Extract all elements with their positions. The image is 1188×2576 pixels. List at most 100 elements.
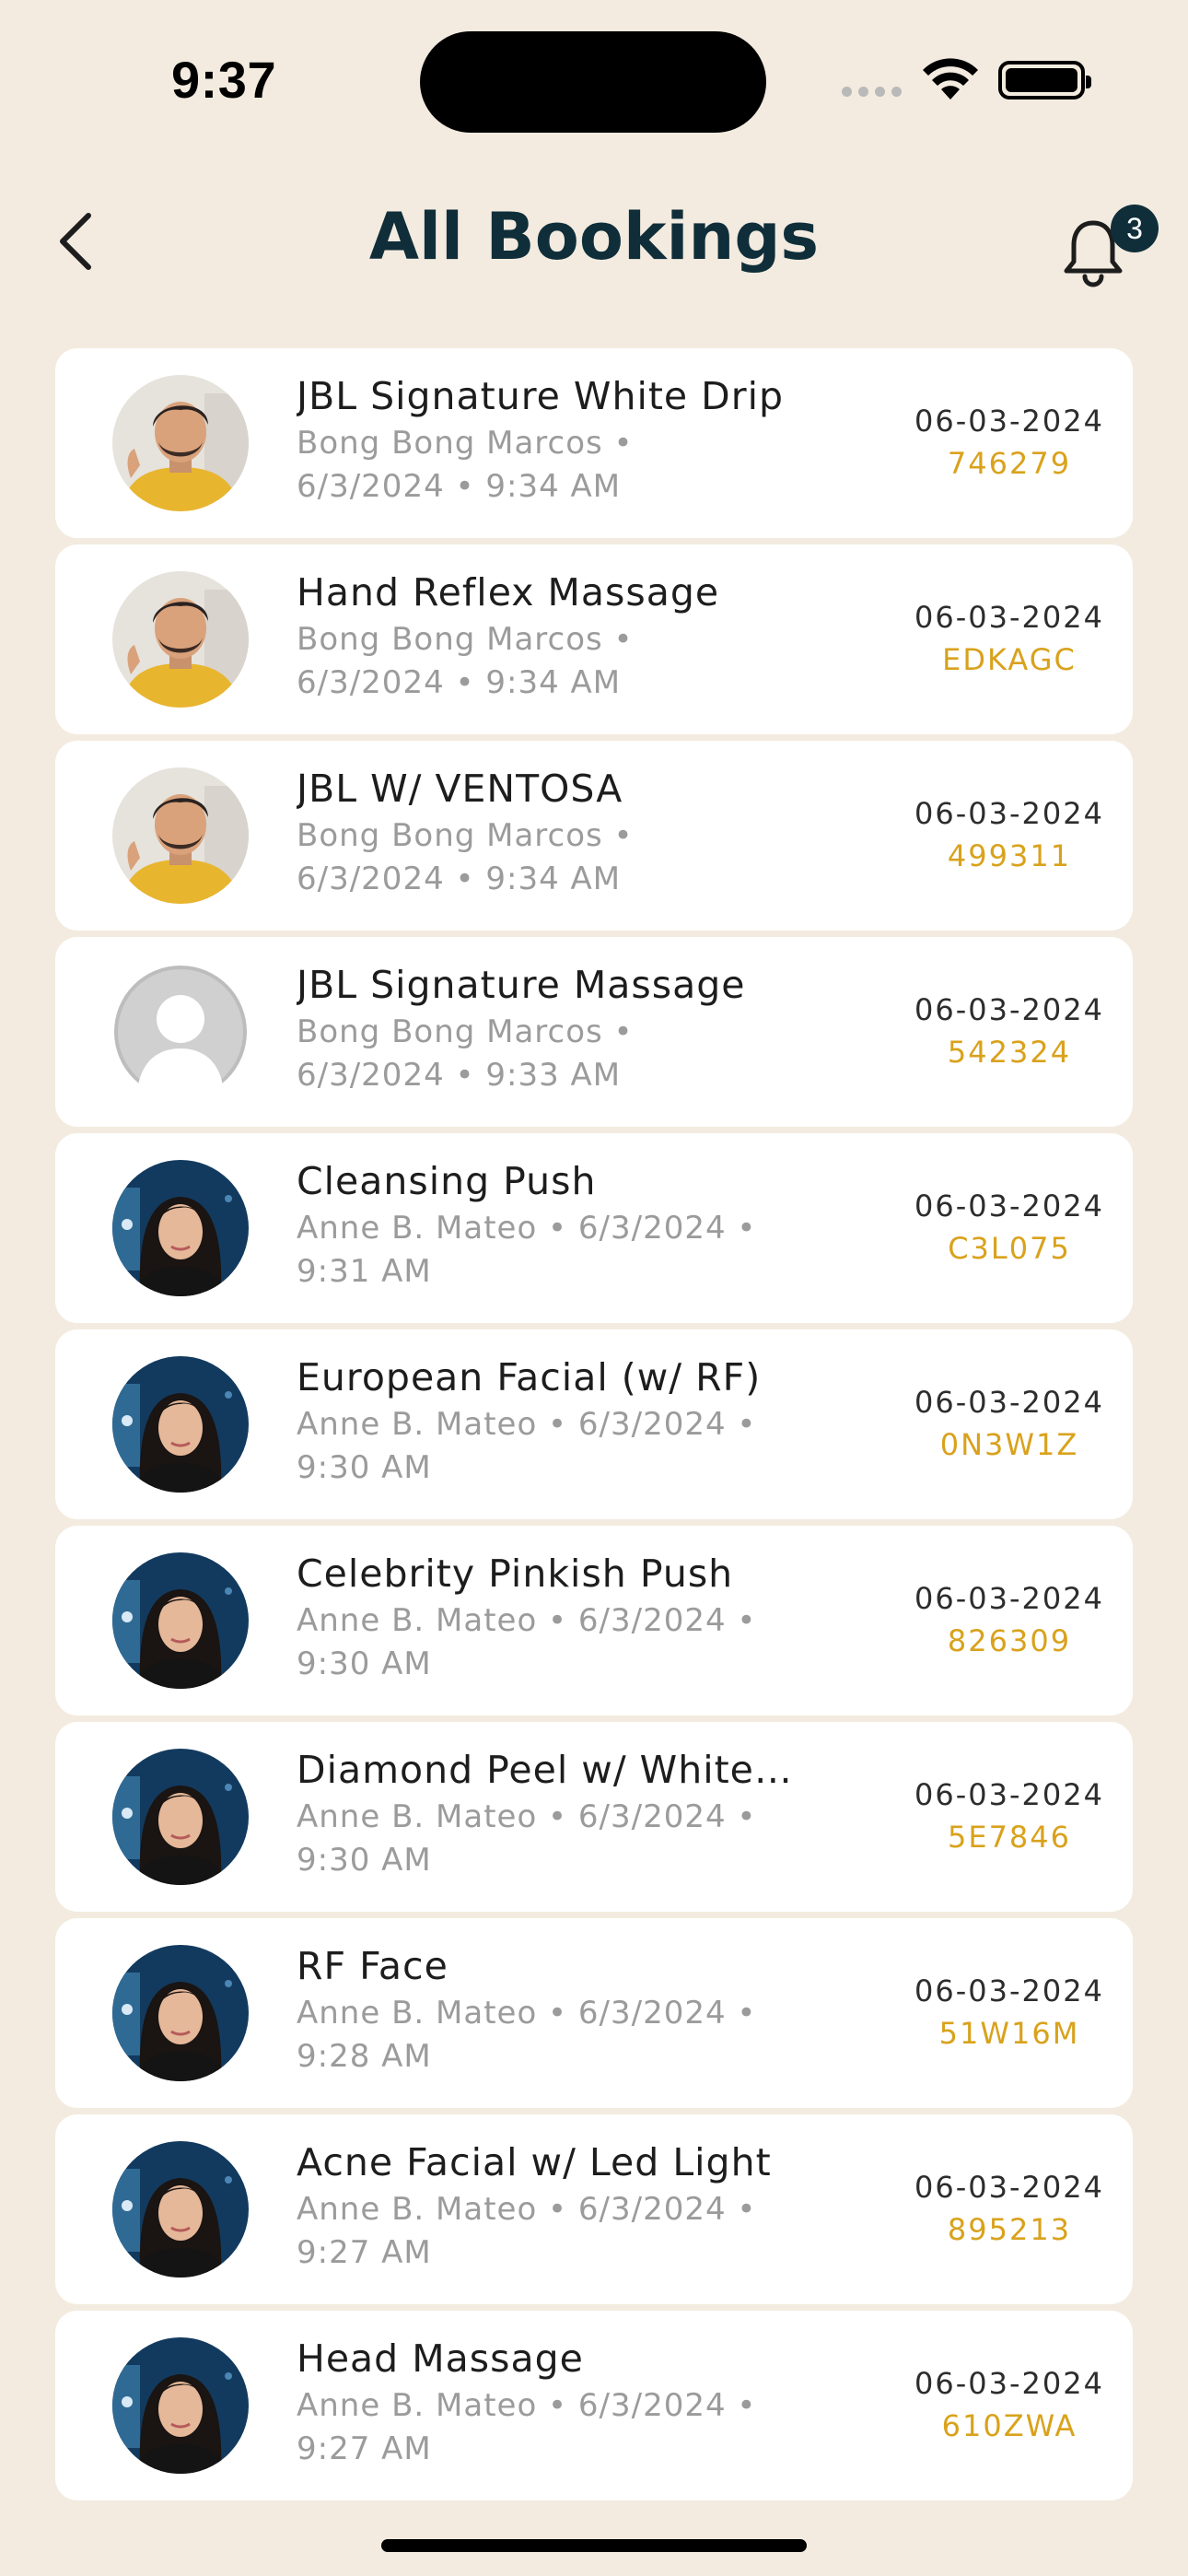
- booking-meta-line: 6/3/2024 • 9:33 AM: [297, 1057, 622, 1094]
- booking-card[interactable]: European Facial (w/ RF) Anne B. Mateo • 6…: [55, 1329, 1133, 1519]
- booking-details: Celebrity Pinkish Push Anne B. Mateo • 6/…: [297, 1548, 868, 1686]
- booking-details: JBL Signature Massage Bong Bong Marcos • 6…: [297, 959, 868, 1097]
- booking-details: Head Massage Anne B. Mateo • 6/3/2024 • 9:…: [297, 2333, 868, 2471]
- booking-code: 542324: [947, 1035, 1072, 1070]
- booking-summary: 06-03-2024 826309: [880, 1577, 1138, 1662]
- service-name: JBL W/ VENTOSA: [297, 767, 623, 811]
- booking-details: RF Face Anne B. Mateo • 6/3/2024 • 9:28 AM: [297, 1940, 868, 2078]
- booking-date: 06-03-2024: [914, 796, 1104, 831]
- booking-details: Hand Reflex Massage Bong Bong Marcos • 6/3…: [297, 567, 868, 705]
- booking-code: 499311: [947, 838, 1072, 873]
- booking-card[interactable]: JBL Signature White Drip Bong Bong Marcos…: [55, 348, 1133, 538]
- booking-details: JBL Signature White Drip Bong Bong Marcos…: [297, 370, 868, 509]
- booking-meta-line: 9:28 AM: [297, 2038, 432, 2075]
- avatar: [112, 2337, 249, 2474]
- booking-details: European Facial (w/ RF) Anne B. Mateo • 6…: [297, 1352, 868, 1490]
- notification-count-badge: 3: [1111, 205, 1159, 252]
- booking-card[interactable]: Hand Reflex Massage Bong Bong Marcos • 6/3…: [55, 544, 1133, 734]
- service-name: Celebrity Pinkish Push: [297, 1551, 734, 1596]
- booking-date: 06-03-2024: [914, 1581, 1104, 1616]
- booking-meta-line: 6/3/2024 • 9:34 AM: [297, 468, 622, 505]
- booking-meta-line: 6/3/2024 • 9:34 AM: [297, 664, 622, 701]
- service-name: European Facial (w/ RF): [297, 1355, 762, 1399]
- home-indicator[interactable]: [381, 2539, 807, 2552]
- service-name: Hand Reflex Massage: [297, 570, 720, 615]
- booking-date: 06-03-2024: [914, 1973, 1104, 2008]
- booking-meta-line: 9:31 AM: [297, 1253, 432, 1290]
- avatar-placeholder-icon: [112, 964, 249, 1100]
- booking-details: Cleansing Push Anne B. Mateo • 6/3/2024 •…: [297, 1155, 868, 1294]
- dynamic-island: [420, 31, 766, 133]
- booking-card[interactable]: Acne Facial w/ Led Light Anne B. Mateo • …: [55, 2114, 1133, 2304]
- booking-card[interactable]: Head Massage Anne B. Mateo • 6/3/2024 • 9:…: [55, 2311, 1133, 2500]
- booking-card[interactable]: RF Face Anne B. Mateo • 6/3/2024 • 9:28 AM…: [55, 1918, 1133, 2108]
- booking-summary: 06-03-2024 5E7846: [880, 1774, 1138, 1858]
- avatar: [112, 2141, 249, 2277]
- booking-meta-line: Bong Bong Marcos •: [297, 425, 634, 462]
- booking-meta-line: Bong Bong Marcos •: [297, 621, 634, 658]
- booking-code: 5E7846: [947, 1820, 1071, 1855]
- booking-details: Acne Facial w/ Led Light Anne B. Mateo • …: [297, 2137, 868, 2275]
- booking-meta-line: Anne B. Mateo • 6/3/2024 •: [297, 2191, 757, 2228]
- booking-date: 06-03-2024: [914, 2170, 1104, 2205]
- booking-card[interactable]: Celebrity Pinkish Push Anne B. Mateo • 6/…: [55, 1526, 1133, 1715]
- booking-code: 895213: [947, 2212, 1072, 2247]
- avatar: [112, 1749, 249, 1885]
- booking-meta-line: Anne B. Mateo • 6/3/2024 •: [297, 1602, 757, 1639]
- booking-details: JBL W/ VENTOSA Bong Bong Marcos • 6/3/2024…: [297, 763, 868, 901]
- booking-meta-line: Anne B. Mateo • 6/3/2024 •: [297, 1210, 757, 1247]
- service-name: Head Massage: [297, 2336, 584, 2381]
- booking-summary: 06-03-2024 746279: [880, 400, 1138, 485]
- booking-summary: 06-03-2024 51W16M: [880, 1970, 1138, 2055]
- booking-details: Diamond Peel w/ White… Anne B. Mateo • 6/…: [297, 1744, 868, 1882]
- avatar: [112, 767, 249, 904]
- service-name: Cleansing Push: [297, 1159, 597, 1203]
- booking-card[interactable]: JBL W/ VENTOSA Bong Bong Marcos • 6/3/2024…: [55, 741, 1133, 931]
- status-time: 9:37: [171, 51, 277, 109]
- booking-meta-line: Anne B. Mateo • 6/3/2024 •: [297, 1798, 757, 1835]
- booking-meta-line: 9:30 AM: [297, 1842, 432, 1879]
- booking-summary: 06-03-2024 542324: [880, 989, 1138, 1073]
- booking-code: 746279: [947, 446, 1072, 481]
- page-title: All Bookings: [368, 199, 820, 275]
- booking-meta-line: 9:27 AM: [297, 2234, 432, 2271]
- booking-date: 06-03-2024: [914, 992, 1104, 1027]
- avatar: [112, 1160, 249, 1296]
- booking-meta-line: Anne B. Mateo • 6/3/2024 •: [297, 1995, 757, 2032]
- booking-meta-line: 6/3/2024 • 9:34 AM: [297, 861, 622, 897]
- status-bar: 9:37: [0, 0, 1188, 147]
- service-name: JBL Signature White Drip: [297, 374, 785, 418]
- booking-summary: 06-03-2024 0N3W1Z: [880, 1381, 1138, 1466]
- booking-summary: 06-03-2024 EDKAGC: [880, 596, 1138, 681]
- booking-card[interactable]: JBL Signature Massage Bong Bong Marcos • 6…: [55, 937, 1133, 1127]
- booking-code: 826309: [947, 1623, 1072, 1658]
- booking-meta-line: 9:30 AM: [297, 1645, 432, 1682]
- booking-code: 51W16M: [938, 2016, 1080, 2051]
- booking-meta-line: Bong Bong Marcos •: [297, 817, 634, 854]
- booking-list: JBL Signature White Drip Bong Bong Marcos…: [55, 348, 1133, 2507]
- booking-code: 610ZWA: [941, 2408, 1077, 2443]
- booking-summary: 06-03-2024 610ZWA: [880, 2362, 1138, 2447]
- avatar: [112, 1552, 249, 1689]
- booking-date: 06-03-2024: [914, 600, 1104, 635]
- service-name: RF Face: [297, 1944, 448, 1988]
- booking-card[interactable]: Cleansing Push Anne B. Mateo • 6/3/2024 •…: [55, 1133, 1133, 1323]
- booking-meta-line: Anne B. Mateo • 6/3/2024 •: [297, 2387, 757, 2424]
- avatar: [112, 1945, 249, 2081]
- booking-date: 06-03-2024: [914, 1188, 1104, 1224]
- avatar: [112, 571, 249, 708]
- cellular-signal-icon: [842, 87, 902, 97]
- booking-date: 06-03-2024: [914, 2366, 1104, 2401]
- booking-summary: 06-03-2024 499311: [880, 792, 1138, 877]
- booking-meta-line: Bong Bong Marcos •: [297, 1013, 634, 1050]
- booking-summary: 06-03-2024 895213: [880, 2166, 1138, 2251]
- avatar: [112, 1356, 249, 1493]
- battery-icon: [998, 61, 1091, 100]
- booking-card[interactable]: Diamond Peel w/ White… Anne B. Mateo • 6/…: [55, 1722, 1133, 1912]
- booking-meta-line: 9:30 AM: [297, 1449, 432, 1486]
- booking-code: 0N3W1Z: [939, 1427, 1079, 1462]
- booking-date: 06-03-2024: [914, 1777, 1104, 1812]
- service-name: Acne Facial w/ Led Light: [297, 2140, 772, 2184]
- booking-code: C3L075: [948, 1231, 1071, 1266]
- booking-meta-line: 9:27 AM: [297, 2430, 432, 2467]
